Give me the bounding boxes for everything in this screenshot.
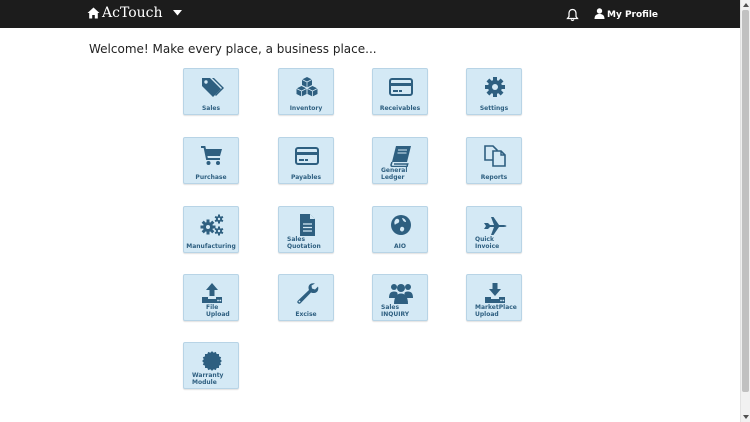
tile-purchase[interactable]: Purchase <box>183 137 239 184</box>
tile-label: Reports <box>480 174 508 181</box>
tile-label: Inventory <box>289 105 323 112</box>
tile-warranty-module[interactable]: Warranty Module <box>183 342 239 389</box>
vertical-scrollbar[interactable] <box>740 0 750 422</box>
tile-label: Receivables <box>379 105 421 112</box>
credit-card-icon <box>389 76 413 98</box>
tile-label: Sales <box>201 105 221 112</box>
tile-label: AIO <box>394 243 406 250</box>
user-icon <box>594 8 605 22</box>
home-icon <box>87 7 100 19</box>
tile-inventory[interactable]: Inventory <box>278 68 334 115</box>
tile-label: File Upload <box>206 304 230 318</box>
globe-icon <box>389 214 413 236</box>
tile-quick-invoice[interactable]: Quick Invoice <box>466 206 522 253</box>
tile-excise[interactable]: Excise <box>278 274 334 321</box>
upload-icon <box>200 282 224 304</box>
my-profile-link[interactable]: My Profile <box>594 8 658 22</box>
tile-label: MarketPlace Upload <box>475 304 517 318</box>
tile-receivables[interactable]: Receivables <box>372 68 428 115</box>
plane-icon <box>483 214 507 236</box>
certificate-icon <box>200 350 224 372</box>
tile-settings[interactable]: Settings <box>466 68 522 115</box>
top-navbar: AcTouch My Profile <box>0 0 741 28</box>
caret-down-icon <box>172 10 182 16</box>
tile-payables[interactable]: Payables <box>278 137 334 184</box>
tile-reports[interactable]: Reports <box>466 137 522 184</box>
shopping-cart-icon <box>200 145 224 167</box>
tile-file-upload[interactable]: File Upload <box>183 274 239 321</box>
brand-name: AcTouch <box>102 5 163 21</box>
tile-label: Payables <box>290 174 322 181</box>
tile-label: General Ledger <box>381 167 408 181</box>
scrollbar-thumb[interactable] <box>742 10 749 392</box>
tile-label: Excise <box>295 311 317 318</box>
copy-icon <box>483 145 507 167</box>
tile-aio[interactable]: AIO <box>372 206 428 253</box>
users-icon <box>389 282 413 304</box>
tile-label: Sales Quotation <box>287 236 321 250</box>
tile-label: Settings <box>479 105 509 112</box>
tile-general-ledger[interactable]: General Ledger <box>372 137 428 184</box>
tile-label: Quick Invoice <box>475 236 500 250</box>
gears-icon <box>200 214 224 236</box>
bell-icon[interactable] <box>566 7 579 26</box>
tile-manufacturing[interactable]: Manufacturing <box>183 206 239 253</box>
scroll-up-arrow-icon[interactable] <box>743 3 749 7</box>
wrench-icon <box>295 282 319 304</box>
scroll-down-arrow-icon[interactable] <box>743 415 749 419</box>
tile-sales[interactable]: Sales <box>183 68 239 115</box>
file-text-icon <box>295 214 319 236</box>
tile-label: Sales INQUIRY <box>381 304 410 318</box>
book-icon <box>389 145 413 167</box>
my-profile-label: My Profile <box>607 10 659 20</box>
download-icon <box>483 282 507 304</box>
brand-menu[interactable]: AcTouch <box>87 5 182 21</box>
welcome-message: Welcome! Make every place, a business pl… <box>89 42 377 56</box>
tile-label: Purchase <box>195 174 227 181</box>
tile-label: Manufacturing <box>186 243 236 250</box>
tile-marketplace-upload[interactable]: MarketPlace Upload <box>466 274 522 321</box>
tile-sales-inquiry[interactable]: Sales INQUIRY <box>372 274 428 321</box>
cubes-icon <box>295 76 319 98</box>
tags-icon <box>200 76 224 98</box>
credit-card-icon <box>295 145 319 167</box>
tile-sales-quotation[interactable]: Sales Quotation <box>278 206 334 253</box>
gear-icon <box>483 76 507 98</box>
tile-label: Warranty Module <box>192 372 224 386</box>
